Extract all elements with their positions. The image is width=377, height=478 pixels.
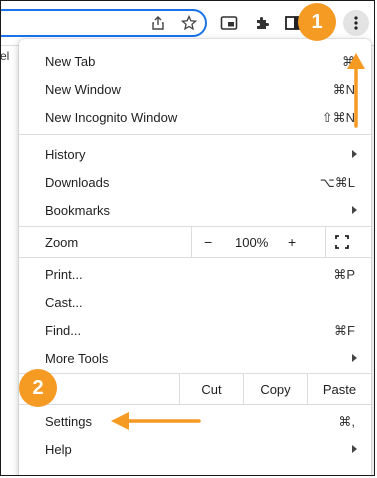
screenshot-frame: el New Tab ⌘ New Window ⌘N New Incognito… <box>0 0 375 476</box>
step-badge-2: 2 <box>19 369 57 407</box>
fullscreen-icon[interactable] <box>335 235 349 252</box>
submenu-arrow-icon <box>352 206 357 214</box>
menu-item-shortcut: ⌘N <box>332 82 355 97</box>
submenu-arrow-icon <box>352 445 357 453</box>
menu-item-more-tools[interactable]: More Tools <box>19 344 371 372</box>
submenu-arrow-icon <box>352 354 357 362</box>
menu-item-label: Print... <box>45 267 83 282</box>
zoom-controls: − 100% + <box>191 227 326 257</box>
menu-item-label: History <box>45 147 86 162</box>
star-icon[interactable] <box>178 12 200 34</box>
menu-item-label: New Tab <box>45 54 96 69</box>
menu-item-print[interactable]: Print... ⌘P <box>19 260 371 288</box>
extensions-icon[interactable] <box>251 12 273 34</box>
menu-item-label: Settings <box>45 414 92 429</box>
cut-button[interactable]: Cut <box>179 374 243 404</box>
menu-item-history[interactable]: History <box>19 140 371 168</box>
menu-item-cast[interactable]: Cast... <box>19 288 371 316</box>
menu-item-shortcut: ⇧⌘N <box>321 110 355 125</box>
zoom-row: Zoom − 100% + <box>19 227 371 257</box>
menu-item-find[interactable]: Find... ⌘F <box>19 316 371 344</box>
menu-item-shortcut: ⌘, <box>338 414 355 429</box>
submenu-arrow-icon <box>352 150 357 158</box>
menu-item-label: More Tools <box>45 351 109 366</box>
zoom-out-button[interactable]: − <box>204 234 212 250</box>
menu-item-new-tab[interactable]: New Tab ⌘ <box>19 47 371 75</box>
menu-separator <box>19 134 371 135</box>
menu-item-shortcut: ⌘F <box>334 323 355 338</box>
step-badge-1: 1 <box>298 3 336 41</box>
zoom-label: Zoom <box>45 235 79 250</box>
menu-item-help[interactable]: Help <box>19 435 371 463</box>
menu-item-label: Downloads <box>45 175 110 190</box>
edit-row: t Cut Copy Paste <box>19 374 371 404</box>
menu-item-label: Help <box>45 442 72 457</box>
menu-separator <box>19 257 371 258</box>
menu-item-bookmarks[interactable]: Bookmarks <box>19 196 371 224</box>
menu-item-shortcut: ⌥⌘L <box>319 175 355 190</box>
menu-item-label: Find... <box>45 323 82 338</box>
menu-separator <box>19 404 371 405</box>
bookmark-fragment[interactable]: el <box>1 49 9 63</box>
copy-label: Copy <box>260 381 291 397</box>
zoom-level: 100% <box>235 235 269 250</box>
paste-label: Paste <box>322 381 357 397</box>
menu-item-new-window[interactable]: New Window ⌘N <box>19 75 371 103</box>
menu-item-downloads[interactable]: Downloads ⌥⌘L <box>19 168 371 196</box>
menu-item-settings[interactable]: Settings ⌘, <box>19 407 371 435</box>
share-icon[interactable] <box>147 12 169 34</box>
chrome-menu: New Tab ⌘ New Window ⌘N New Incognito Wi… <box>19 39 371 475</box>
paste-button[interactable]: Paste <box>307 374 371 404</box>
menu-item-shortcut: ⌘ <box>342 54 355 69</box>
kebab-menu-icon[interactable] <box>343 10 369 36</box>
menu-item-label: New Incognito Window <box>45 110 178 125</box>
menu-item-label: Cast... <box>45 295 83 310</box>
cut-label: Cut <box>201 381 222 397</box>
zoom-in-button[interactable]: + <box>288 234 296 250</box>
menu-item-new-incognito-window[interactable]: New Incognito Window ⇧⌘N <box>19 103 371 131</box>
menu-item-shortcut: ⌘P <box>333 267 355 282</box>
copy-button[interactable]: Copy <box>243 374 307 404</box>
menu-item-label: New Window <box>45 82 121 97</box>
menu-item-label: Bookmarks <box>45 203 111 218</box>
picture-in-picture-icon[interactable] <box>218 12 240 34</box>
address-bar[interactable] <box>1 9 207 37</box>
